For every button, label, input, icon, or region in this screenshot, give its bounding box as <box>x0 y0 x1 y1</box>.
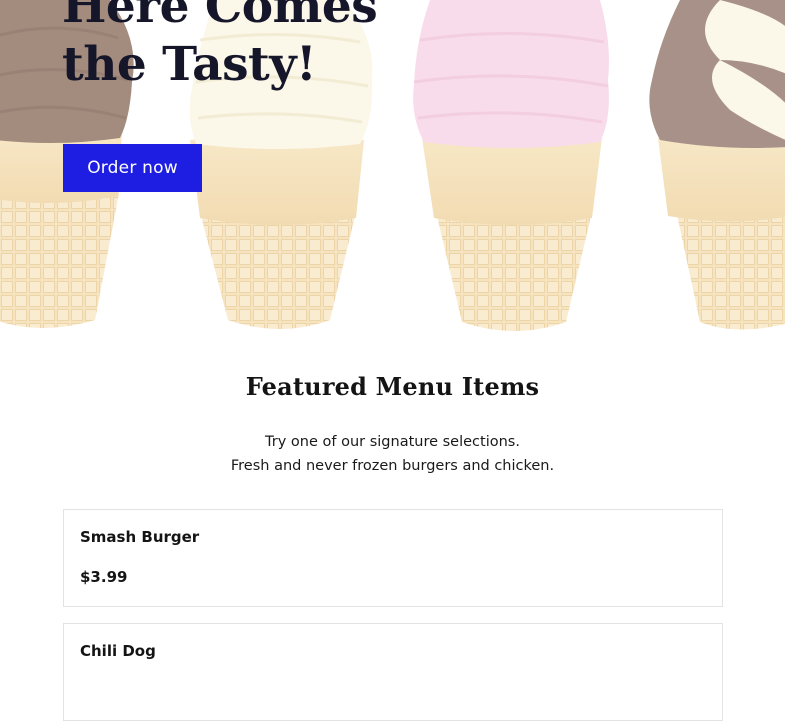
menu-item-card[interactable]: Chili Dog <box>63 623 723 721</box>
hero-section: Here Comes the Tasty! Order now <box>0 0 785 340</box>
featured-section-title: Featured Menu Items <box>245 372 540 401</box>
featured-subtitle-line-1: Try one of our signature selections. <box>265 434 520 450</box>
menu-item-card[interactable]: Smash Burger $3.99 <box>63 509 723 607</box>
hero-title-line-1: Here Comes <box>62 0 378 34</box>
menu-item-name: Smash Burger <box>80 528 200 546</box>
menu-item-price: $3.99 <box>80 568 128 586</box>
hero-title: Here Comes the Tasty! <box>62 0 378 94</box>
hero-title-line-2: the Tasty! <box>62 37 317 92</box>
featured-section-subtitle: Try one of our signature selections. Fre… <box>0 430 785 478</box>
menu-item-name: Chili Dog <box>80 642 156 660</box>
featured-subtitle-line-2: Fresh and never frozen burgers and chick… <box>230 458 555 474</box>
order-now-button[interactable]: Order now <box>63 144 202 192</box>
